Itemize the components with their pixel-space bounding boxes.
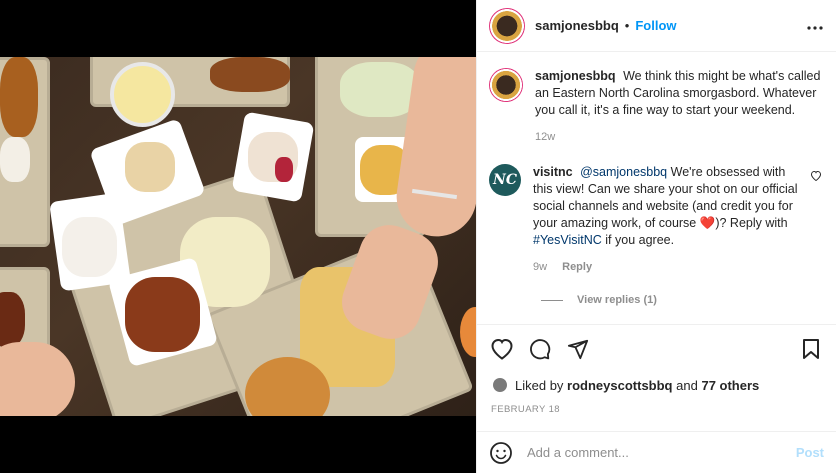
comment-username[interactable]: visitnc (533, 165, 573, 179)
comment-meta: 9w Reply (533, 259, 802, 276)
follow-button[interactable]: Follow (635, 18, 676, 33)
post-actions (477, 324, 836, 372)
likes-suffix: and (676, 377, 698, 393)
comment-text-end: if you agree. (605, 233, 675, 247)
emoji-icon[interactable] (489, 441, 513, 465)
author-username[interactable]: samjonesbbq (535, 18, 619, 33)
commenter-avatar-text: NC (493, 172, 517, 188)
comments-list[interactable]: samjonesbbq We think this might be what'… (477, 52, 836, 324)
likes-prefix: Liked by (515, 377, 564, 393)
liker-avatar[interactable] (491, 376, 509, 394)
likes-summary: Liked by rodneyscottsbbq and 77 others (491, 376, 759, 394)
commenter-avatar[interactable]: NC (489, 164, 521, 196)
caption-username[interactable]: samjonesbbq (535, 69, 616, 83)
comment-mention[interactable]: @samjonesbbq (580, 165, 667, 179)
comment-text-after-heart: )? Reply with (715, 216, 788, 230)
view-replies-button[interactable]: View replies (1) (541, 294, 822, 306)
save-bookmark-icon[interactable] (798, 336, 824, 362)
reply-button[interactable]: Reply (562, 261, 592, 273)
author-avatar[interactable] (489, 7, 525, 44)
add-comment-bar: Post (477, 431, 836, 473)
comment-bubble-icon[interactable] (527, 336, 553, 362)
more-horizontal-icon[interactable] (806, 15, 824, 36)
view-replies-label[interactable]: View replies (1) (577, 294, 657, 306)
post-dialog: samjonesbbq • Follow samjonesbbq We thin… (0, 0, 836, 473)
view-replies-line (541, 299, 563, 301)
post-header: samjonesbbq • Follow (477, 0, 836, 52)
post-date[interactable]: FEBRUARY 18 (491, 404, 560, 415)
food-photo[interactable] (0, 57, 476, 416)
heart-emoji: ❤️ (699, 216, 716, 230)
comment-hashtag[interactable]: #YesVisitNC (533, 233, 602, 247)
caption-meta: 12w (535, 129, 822, 146)
post-comment-button[interactable]: Post (796, 445, 824, 460)
comment-age[interactable]: 9w (533, 261, 547, 273)
comment-item: NC visitnc @samjonesbbq We're obsessed w… (489, 164, 822, 276)
caption-author-avatar[interactable] (489, 68, 523, 102)
likes-others-link[interactable]: 77 others (701, 378, 759, 393)
post-media[interactable] (0, 0, 476, 473)
caption-age[interactable]: 12w (535, 131, 555, 143)
post-side-panel: samjonesbbq • Follow samjonesbbq We thin… (476, 0, 836, 473)
comment-input[interactable] (527, 445, 796, 460)
liker-username[interactable]: rodneyscottsbbq (567, 378, 672, 393)
like-comment-heart-icon[interactable] (810, 170, 822, 184)
header-separator: • (624, 18, 630, 33)
caption: samjonesbbq We think this might be what'… (489, 68, 822, 146)
share-paper-plane-icon[interactable] (565, 336, 591, 362)
like-heart-icon[interactable] (489, 336, 515, 362)
